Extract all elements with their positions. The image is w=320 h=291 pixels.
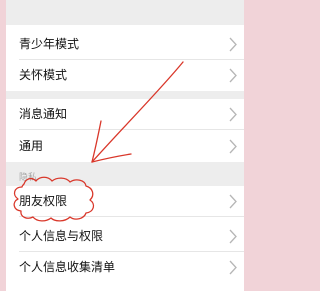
chevron-right-icon xyxy=(229,107,237,122)
section-gap xyxy=(6,0,244,25)
chevron-right-icon xyxy=(229,229,237,244)
settings-row-friend-permissions[interactable]: 朋友权限 xyxy=(6,186,244,217)
row-label: 青少年模式 xyxy=(19,37,80,51)
section-title: 隐私 xyxy=(19,173,38,183)
row-label: 个人信息与权限 xyxy=(19,229,104,243)
settings-row-notifications[interactable]: 消息通知 xyxy=(6,99,244,130)
settings-row-teen-mode[interactable]: 青少年模式 xyxy=(6,29,244,60)
divider xyxy=(19,129,244,130)
section-gap xyxy=(6,91,244,99)
settings-row-general[interactable]: 通用 xyxy=(6,131,244,162)
settings-row-care-mode[interactable]: 关怀模式 xyxy=(6,60,244,91)
chevron-right-icon xyxy=(229,68,237,83)
settings-row-personal-info-collection[interactable]: 个人信息收集清单 xyxy=(6,252,244,283)
settings-panel: 青少年模式 关怀模式 消息通知 通用 隐私 朋友权限 个人信息与权限 个人信息收… xyxy=(6,0,244,291)
row-label: 通用 xyxy=(19,139,44,153)
chevron-right-icon xyxy=(229,139,237,154)
chevron-right-icon xyxy=(229,37,237,52)
row-label: 个人信息收集清单 xyxy=(19,260,116,274)
chevron-right-icon xyxy=(229,260,237,275)
row-label: 关怀模式 xyxy=(19,68,68,82)
divider xyxy=(19,216,244,217)
privacy-section-header xyxy=(6,162,244,186)
settings-row-personal-info-permissions[interactable]: 个人信息与权限 xyxy=(6,221,244,252)
chevron-right-icon xyxy=(229,194,237,209)
row-label: 消息通知 xyxy=(19,107,68,121)
row-label: 朋友权限 xyxy=(19,194,68,208)
